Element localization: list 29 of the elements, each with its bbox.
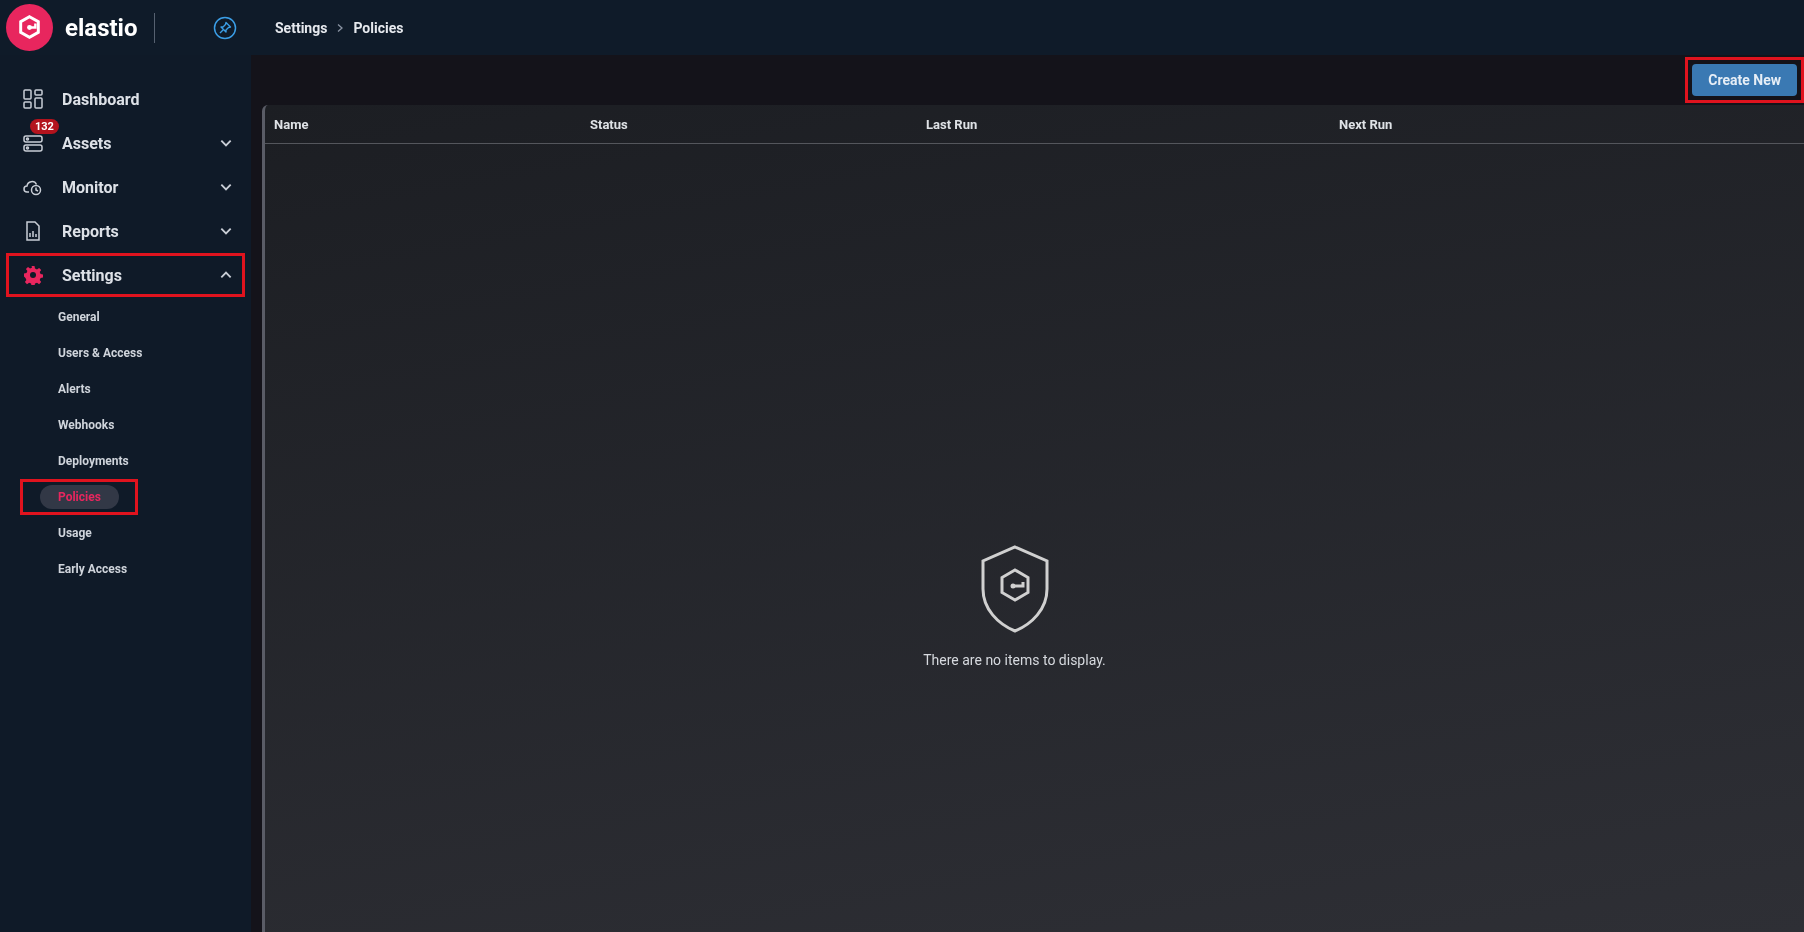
- brand-name: elastio: [65, 13, 138, 42]
- breadcrumb-item[interactable]: Settings: [275, 19, 328, 36]
- column-header[interactable]: Last Run: [926, 116, 1339, 132]
- submenu-item[interactable]: Usage: [58, 526, 92, 540]
- grid-icon: [23, 89, 43, 109]
- sidebar-item[interactable]: Reports: [6, 209, 245, 253]
- submenu-item[interactable]: General: [58, 310, 100, 324]
- create-new-button[interactable]: Create New: [1692, 64, 1797, 96]
- breadcrumb-item: Policies: [353, 19, 404, 36]
- submenu-item[interactable]: Deployments: [58, 454, 129, 468]
- shield-icon: [979, 544, 1050, 634]
- sidebar-item[interactable]: Settings: [6, 253, 245, 297]
- empty-message: There are no items to display.: [923, 652, 1106, 668]
- logo-icon: [6, 4, 53, 51]
- submenu-item[interactable]: Early Access: [58, 562, 128, 576]
- server-icon: [23, 133, 43, 153]
- sidebar-item[interactable]: Dashboard: [6, 77, 245, 121]
- submenu-item[interactable]: Webhooks: [58, 418, 115, 432]
- submenu-item[interactable]: Users & Access: [58, 346, 143, 360]
- column-header[interactable]: Name: [274, 116, 590, 132]
- pin-icon[interactable]: [213, 15, 237, 40]
- column-header[interactable]: Next Run: [1339, 116, 1393, 132]
- count-badge: 132: [30, 119, 59, 134]
- column-header[interactable]: Status: [590, 116, 926, 132]
- sidebar-item[interactable]: Monitor: [6, 165, 245, 209]
- sidebar-item[interactable]: 132 Assets: [6, 121, 245, 165]
- submenu-item[interactable]: Alerts: [58, 382, 91, 396]
- report-icon: [23, 221, 43, 241]
- settings-icon: [23, 265, 43, 285]
